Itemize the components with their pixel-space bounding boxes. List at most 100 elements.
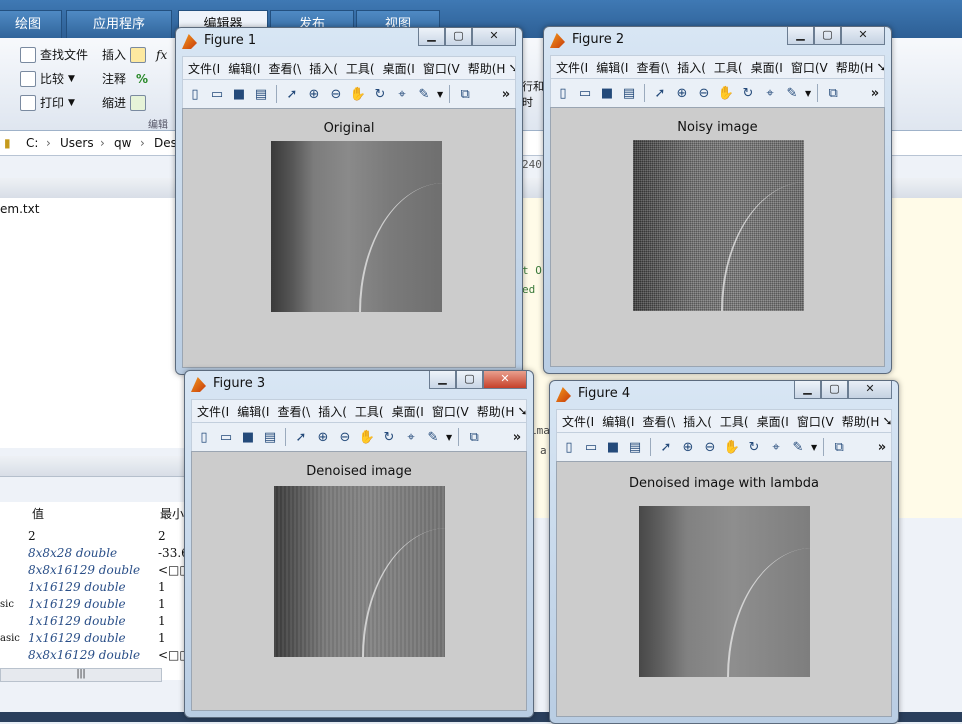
figure-window-1[interactable]: Figure 1 ▁ ▢ ✕ 文件(I 编辑(I 查看(\ 插入(工具(桌面(I 窗口(V 帮助(… [175, 27, 523, 375]
minimize-button[interactable]: ▁ [787, 27, 814, 45]
title-bar[interactable]: Figure 4 ▁ ▢ ✕ [550, 381, 898, 407]
link-plot-icon[interactable]: ⧉ [830, 438, 848, 456]
menu-item[interactable]: 窗口(V [786, 59, 831, 76]
workspace-row[interactable]: 8x8x28 double -33.6 [0, 545, 190, 562]
maximize-button[interactable]: ▢ [821, 381, 848, 399]
brush-icon[interactable]: ✎ [783, 84, 801, 102]
menu-item[interactable]: 编辑(I [597, 413, 637, 430]
workspace-row[interactable]: 1x16129 double 1 [0, 579, 190, 596]
menu-item[interactable]: 工具( [350, 403, 387, 420]
menu-item[interactable]: 文件(I [557, 413, 597, 430]
insert-button[interactable]: 插入 fx [102, 46, 167, 63]
menu-item[interactable]: 文件(I [192, 403, 232, 420]
breadcrumb-qw[interactable]: qw [114, 131, 131, 155]
image-display[interactable] [271, 141, 442, 312]
menu-item[interactable]: 窗口(V [427, 403, 472, 420]
horizontal-scrollbar[interactable]: ||| [0, 668, 162, 682]
print-icon[interactable]: ▤ [261, 428, 279, 446]
save-icon[interactable]: ■ [598, 84, 616, 102]
data-cursor-icon[interactable]: ⌖ [761, 84, 779, 102]
toolbar-overflow-icon[interactable]: » [873, 438, 891, 456]
menu-item[interactable]: 窗口(V [418, 60, 463, 77]
save-icon[interactable]: ■ [604, 438, 622, 456]
data-cursor-icon[interactable]: ⌖ [393, 85, 411, 103]
pointer-icon[interactable]: ➚ [651, 84, 669, 102]
menu-item[interactable]: 窗口(V [792, 413, 837, 430]
open-folder-icon[interactable]: ▭ [217, 428, 235, 446]
workspace-row[interactable]: 22 [0, 528, 190, 545]
figure-window-2[interactable]: Figure 2 ▁ ▢ ✕ 文件(I 编辑(I 查看(\ 插入(工具(桌面(I 窗口(V 帮助(… [543, 26, 892, 374]
toolbar-overflow-icon[interactable]: » [866, 84, 884, 102]
chevron-down-icon[interactable]: ▼ [811, 443, 817, 452]
menu-item[interactable]: 查看(\ [272, 403, 313, 420]
menu-item[interactable]: 桌面(I [387, 403, 427, 420]
menu-item[interactable]: 编辑(I [223, 60, 263, 77]
pointer-icon[interactable]: ➚ [292, 428, 310, 446]
minimize-button[interactable]: ▁ [418, 28, 445, 46]
menu-overflow-icon[interactable]: ➘ [517, 404, 526, 418]
image-display[interactable] [633, 140, 804, 311]
print-button[interactable]: 打印 ▼ [20, 94, 75, 111]
workspace-row[interactable]: 1x16129 double 1 [0, 613, 190, 630]
menu-item[interactable]: 帮助(H [831, 59, 877, 76]
figure-window-4[interactable]: Figure 4 ▁ ▢ ✕ 文件(I 编辑(I 查看(\ 插入(工具(桌面(I 窗口(V 帮助(… [549, 380, 899, 724]
toolbar-overflow-icon[interactable]: » [497, 85, 515, 103]
title-bar[interactable]: Figure 1 ▁ ▢ ✕ [176, 28, 522, 54]
workspace-row[interactable]: 8x8x16129 double <□□ [0, 647, 191, 664]
image-display[interactable] [639, 506, 810, 677]
pan-hand-icon[interactable]: ✋ [717, 84, 735, 102]
zoom-in-icon[interactable]: ⊕ [314, 428, 332, 446]
menu-item[interactable]: 查看(\ [631, 59, 672, 76]
menu-overflow-icon[interactable]: ➘ [508, 61, 515, 75]
menu-item[interactable]: 桌面(I [746, 59, 786, 76]
new-file-icon[interactable]: ▯ [195, 428, 213, 446]
menu-item[interactable]: 插入( [304, 60, 341, 77]
save-icon[interactable]: ■ [230, 85, 248, 103]
print-icon[interactable]: ▤ [620, 84, 638, 102]
menu-overflow-icon[interactable]: ➘ [876, 60, 884, 74]
zoom-in-icon[interactable]: ⊕ [305, 85, 323, 103]
save-icon[interactable]: ■ [239, 428, 257, 446]
menu-item[interactable]: 工具( [715, 413, 752, 430]
comment-button[interactable]: 注释% [102, 70, 148, 87]
pan-hand-icon[interactable]: ✋ [723, 438, 741, 456]
maximize-button[interactable]: ▢ [456, 371, 483, 389]
figure-canvas[interactable]: Original [182, 108, 516, 368]
column-min[interactable]: 最小 [160, 506, 184, 523]
workspace-row[interactable]: asic 1x16129 double 1 [0, 630, 190, 647]
close-button[interactable]: ✕ [483, 371, 527, 389]
minimize-button[interactable]: ▁ [429, 371, 456, 389]
toolbar-overflow-icon[interactable]: » [508, 428, 526, 446]
menu-item[interactable]: 插入( [672, 59, 709, 76]
minimize-button[interactable]: ▁ [794, 381, 821, 399]
menu-item[interactable]: 工具( [709, 59, 746, 76]
link-plot-icon[interactable]: ⧉ [824, 84, 842, 102]
breadcrumb-desktop[interactable]: Des [154, 131, 177, 155]
title-bar[interactable]: Figure 2 ▁ ▢ ✕ [544, 27, 891, 53]
open-folder-icon[interactable]: ▭ [208, 85, 226, 103]
pointer-icon[interactable]: ➚ [657, 438, 675, 456]
figure-canvas[interactable]: Noisy image [550, 107, 885, 367]
breadcrumb-c[interactable]: C: [26, 131, 38, 155]
menu-item[interactable]: 编辑(I [591, 59, 631, 76]
maximize-button[interactable]: ▢ [445, 28, 472, 46]
zoom-in-icon[interactable]: ⊕ [679, 438, 697, 456]
rotate-3d-icon[interactable]: ↻ [739, 84, 757, 102]
rotate-3d-icon[interactable]: ↻ [745, 438, 763, 456]
find-files-button[interactable]: 查找文件 [20, 46, 88, 63]
link-plot-icon[interactable]: ⧉ [465, 428, 483, 446]
menu-overflow-icon[interactable]: ➘ [882, 414, 891, 428]
new-file-icon[interactable]: ▯ [560, 438, 578, 456]
maximize-button[interactable]: ▢ [814, 27, 841, 45]
open-folder-icon[interactable]: ▭ [576, 84, 594, 102]
new-file-icon[interactable]: ▯ [554, 84, 572, 102]
workspace-row[interactable]: sic 1x16129 double 1 [0, 596, 190, 613]
compare-button[interactable]: 比较 ▼ [20, 70, 75, 87]
new-file-icon[interactable]: ▯ [186, 85, 204, 103]
data-cursor-icon[interactable]: ⌖ [767, 438, 785, 456]
rotate-3d-icon[interactable]: ↻ [380, 428, 398, 446]
run-and-time-label[interactable]: 行和 [522, 78, 544, 94]
menu-item[interactable]: 编辑(I [232, 403, 272, 420]
zoom-out-icon[interactable]: ⊖ [327, 85, 345, 103]
open-folder-icon[interactable]: ▭ [582, 438, 600, 456]
